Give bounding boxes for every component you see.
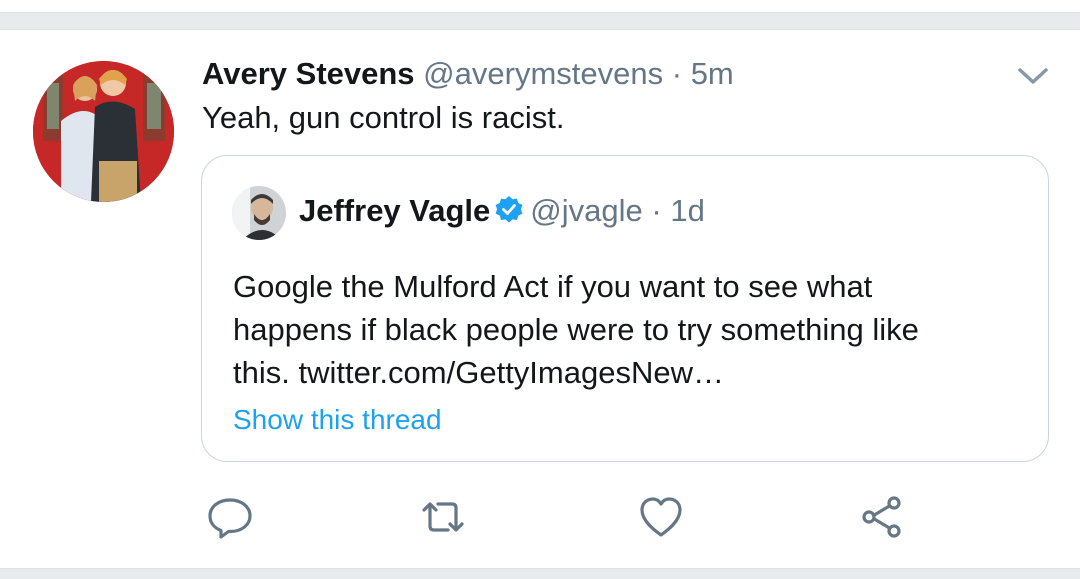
author-handle[interactable]: @averymstevens — [423, 56, 663, 91]
quoted-text-line: happens if black people were to try some… — [233, 312, 919, 347]
timeline-divider — [0, 568, 1080, 579]
top-spacer — [0, 0, 1080, 12]
share-icon[interactable] — [857, 492, 907, 542]
tweet-header: Avery Stevens @averymstevens · 5m — [202, 55, 734, 93]
separator: · — [671, 56, 683, 91]
like-icon[interactable] — [636, 492, 686, 542]
retweet-icon[interactable] — [418, 492, 468, 542]
tweet-text: Yeah, gun control is racist. — [202, 100, 565, 135]
quoted-text-line: Google the Mulford Act if you want to se… — [233, 269, 873, 304]
reply-icon[interactable] — [205, 492, 255, 542]
timeline-divider — [0, 12, 1080, 30]
timestamp[interactable]: 5m — [691, 56, 734, 91]
profile-photo-avatar — [33, 61, 174, 202]
quoted-tweet-header: Jeffrey Vagle @jvagle · 1d — [299, 192, 705, 230]
quoted-text-line[interactable]: this. twitter.com/GettyImagesNew… — [233, 354, 724, 392]
quoted-author-handle[interactable]: @jvagle — [530, 193, 642, 228]
chevron-down-icon[interactable] — [1014, 62, 1052, 90]
quoted-author-name[interactable]: Jeffrey Vagle — [299, 193, 490, 228]
show-thread-link[interactable]: Show this thread — [233, 402, 442, 438]
quoted-author-avatar[interactable] — [232, 186, 286, 240]
quoted-timestamp[interactable]: 1d — [670, 193, 704, 228]
quoted-separator: · — [651, 193, 662, 228]
verified-badge-icon — [494, 195, 524, 225]
author-avatar[interactable] — [33, 61, 174, 202]
author-name[interactable]: Avery Stevens — [202, 56, 415, 91]
